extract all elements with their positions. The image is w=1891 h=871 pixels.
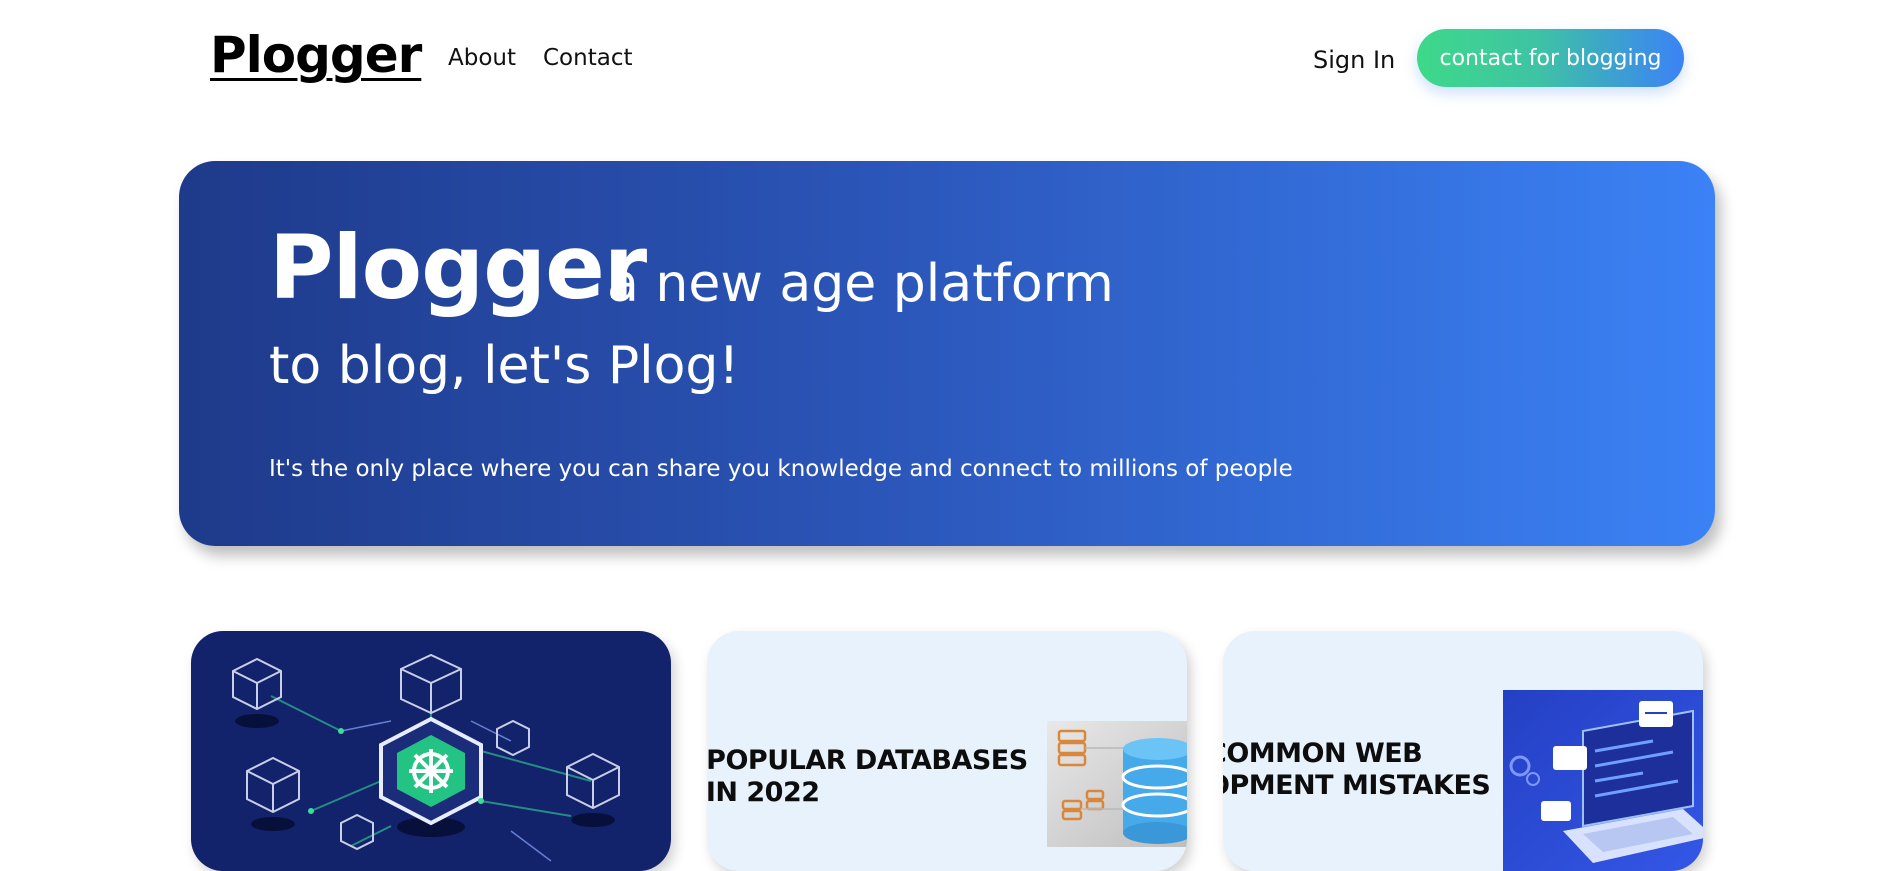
laptop-code-icon (1503, 690, 1703, 871)
sign-in-link[interactable]: Sign In (1313, 47, 1395, 74)
blog-card-web-mistakes[interactable]: COMMON WEB OPMENT MISTAKES (1223, 631, 1703, 871)
top-navigation: Plogger About Contact Sign In contact fo… (0, 0, 1891, 120)
site-logo[interactable]: Plogger (210, 28, 422, 83)
hero-banner: Plogger a new age platform to blog, let'… (179, 161, 1715, 546)
hero-brand-title: Plogger (269, 216, 647, 319)
database-icon (1047, 721, 1187, 847)
blog-card-databases[interactable]: 5 POPULAR DATABASES E IN 2022 (707, 631, 1187, 871)
hero-subtitle: It's the only place where you can share … (269, 456, 1293, 482)
nav-link-contact[interactable]: Contact (543, 45, 632, 71)
kubernetes-network-icon (232, 653, 620, 862)
hero-tagline-line2: to blog, let's Plog! (269, 336, 740, 396)
contact-for-blogging-button[interactable]: contact for blogging (1417, 29, 1684, 87)
nav-link-about[interactable]: About (448, 45, 516, 71)
hero-tagline-line1: a new age platform (607, 254, 1114, 314)
blog-card-kubernetes[interactable] (191, 631, 671, 871)
